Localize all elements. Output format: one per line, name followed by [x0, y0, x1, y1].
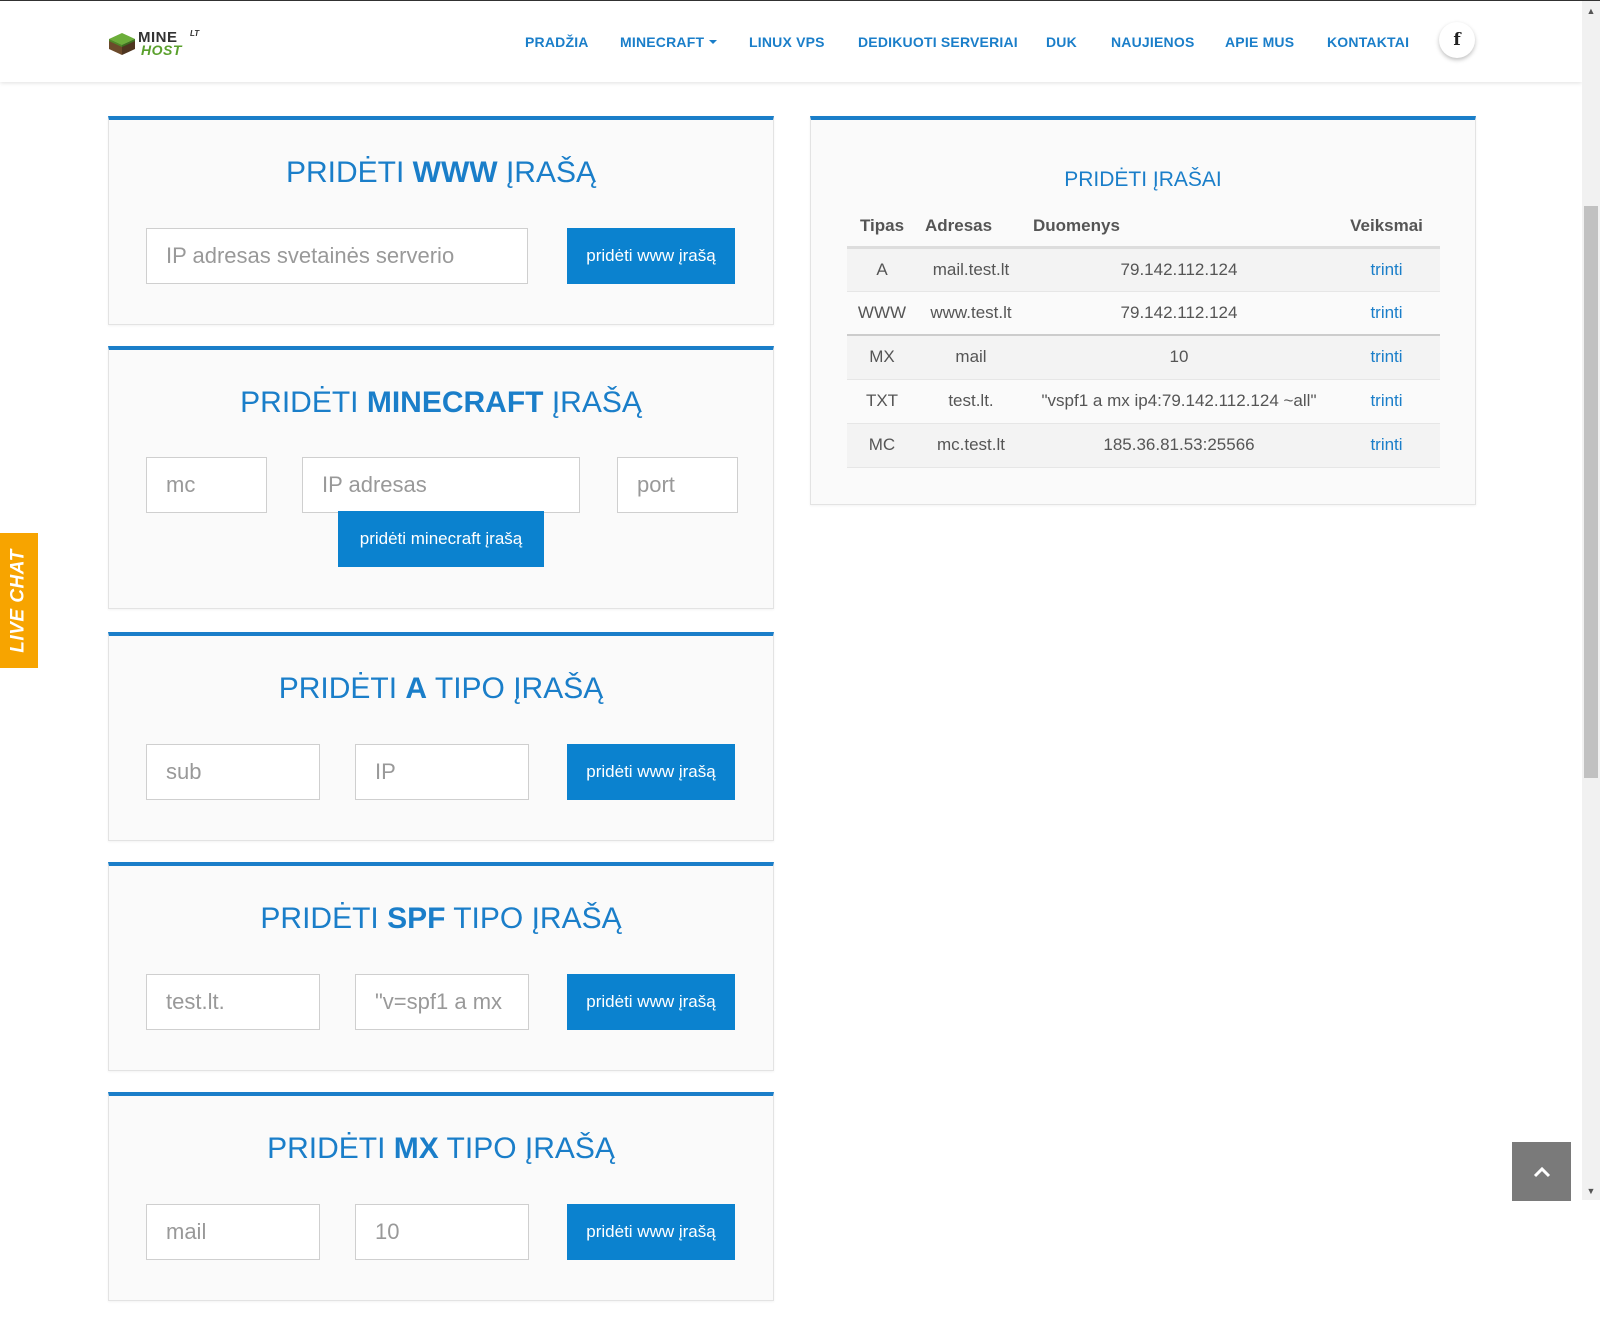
title-prefix: PRIDĖTI	[278, 672, 406, 705]
cell-data: 10	[1025, 335, 1333, 380]
nav-pradzia[interactable]: PRADŽIA	[525, 34, 589, 50]
logo-sub-text: HOST	[141, 42, 182, 58]
live-chat-tab[interactable]: LIVE CHAT	[0, 533, 38, 668]
cell-data: 79.142.112.124	[1025, 291, 1333, 336]
add-spf-button[interactable]: pridėti www įrašą	[567, 974, 735, 1030]
minecraft-record-panel: PRIDĖTI MINECRAFT ĮRAŠĄ pridėti minecraf…	[108, 346, 774, 609]
table-row: MX mail 10 trinti	[847, 335, 1440, 380]
spf-value-input[interactable]	[355, 974, 529, 1030]
cell-address: www.test.lt	[917, 291, 1025, 336]
nav-naujienos[interactable]: NAUJIENOS	[1111, 34, 1194, 50]
site-header: MINE LT HOST PRADŽIA MINECRAFT LINUX VPS…	[0, 1, 1582, 82]
cell-type: MX	[847, 335, 917, 380]
cell-address: mc.test.lt	[917, 423, 1025, 468]
cell-address: mail.test.lt	[917, 247, 1025, 292]
title-suffix: ĮRAŠĄ	[497, 156, 596, 189]
mx-priority-input[interactable]	[355, 1204, 529, 1260]
caret-down-icon	[709, 40, 718, 45]
records-panel: PRIDĖTI ĮRAŠAI Tipas Adresas Duomenys Ve…	[810, 116, 1476, 505]
spf-host-input[interactable]	[146, 974, 320, 1030]
delete-link[interactable]: trinti	[1333, 335, 1440, 380]
add-mx-button[interactable]: pridėti www įrašą	[567, 1204, 735, 1260]
title-keyword: MINECRAFT	[366, 386, 544, 419]
table-row: A mail.test.lt 79.142.112.124 trinti	[847, 247, 1440, 292]
scroll-thumb[interactable]	[1584, 206, 1598, 778]
page-scrollbar[interactable]: ▲ ▼	[1582, 1, 1600, 1200]
minecraft-port-input[interactable]	[617, 457, 738, 513]
facebook-icon: f	[1453, 30, 1461, 50]
title-suffix: ĮRAŠĄ	[543, 386, 642, 419]
minecraft-sub-input[interactable]	[146, 457, 267, 513]
cell-address: test.lt.	[917, 379, 1025, 424]
col-address: Adresas	[917, 207, 1025, 249]
cell-address: mail	[917, 335, 1025, 380]
nav-dedikuoti-serveriai[interactable]: DEDIKUOTI SERVERIAI	[858, 34, 1018, 50]
delete-link[interactable]: trinti	[1333, 247, 1440, 292]
www-record-panel: PRIDĖTI WWW ĮRAŠĄ pridėti www įrašą	[108, 116, 774, 325]
live-chat-label: LIVE CHAT	[8, 548, 29, 653]
cell-data: 79.142.112.124	[1025, 247, 1333, 292]
spf-record-panel: PRIDĖTI SPF TIPO ĮRAŠĄ pridėti www įrašą	[108, 862, 774, 1071]
mx-record-panel: PRIDĖTI MX TIPO ĮRAŠĄ pridėti www įrašą	[108, 1092, 774, 1301]
table-header-row: Tipas Adresas Duomenys Veiksmai	[847, 207, 1440, 249]
table-row: MC mc.test.lt 185.36.81.53:25566 trinti	[847, 423, 1440, 468]
title-keyword: A	[405, 672, 428, 705]
add-www-button[interactable]: pridėti www įrašą	[567, 228, 735, 284]
title-keyword: WWW	[412, 156, 498, 189]
nav-minecraft[interactable]: MINECRAFT	[620, 34, 718, 50]
add-minecraft-button[interactable]: pridėti minecraft įrašą	[338, 511, 544, 567]
col-type: Tipas	[847, 207, 917, 249]
minecraft-panel-title: PRIDĖTI MINECRAFT ĮRAŠĄ	[109, 386, 773, 420]
chevron-up-icon	[1533, 1166, 1550, 1177]
grass-block-icon	[109, 33, 135, 55]
cell-type: MC	[847, 423, 917, 468]
title-suffix: TIPO ĮRAŠĄ	[445, 902, 622, 935]
col-data: Duomenys	[1025, 207, 1333, 249]
a-ip-input[interactable]	[355, 744, 529, 800]
nav-minecraft-label: MINECRAFT	[620, 34, 705, 50]
cell-type: A	[847, 247, 917, 292]
title-keyword: SPF	[387, 902, 446, 935]
a-panel-title: PRIDĖTI A TIPO ĮRAŠĄ	[109, 672, 773, 706]
title-suffix: TIPO ĮRAŠĄ	[438, 1132, 615, 1165]
records-title: PRIDĖTI ĮRAŠAI	[1064, 168, 1222, 191]
delete-link[interactable]: trinti	[1333, 423, 1440, 468]
title-prefix: PRIDĖTI	[240, 386, 367, 419]
title-suffix: TIPO ĮRAŠĄ	[427, 672, 604, 705]
back-to-top-button[interactable]	[1512, 1142, 1571, 1201]
col-actions: Veiksmai	[1333, 207, 1440, 249]
delete-link[interactable]: trinti	[1333, 379, 1440, 424]
cell-data: "vspf1 a mx ip4:79.142.112.124 ~all"	[1025, 379, 1333, 424]
a-sub-input[interactable]	[146, 744, 320, 800]
a-record-panel: PRIDĖTI A TIPO ĮRAŠĄ pridėti www įrašą	[108, 632, 774, 841]
nav-linux-vps[interactable]: LINUX VPS	[749, 34, 825, 50]
title-keyword: MX	[393, 1132, 439, 1165]
scroll-up-icon[interactable]: ▲	[1582, 3, 1600, 19]
site-logo[interactable]: MINE LT HOST	[108, 29, 208, 63]
add-a-record-button[interactable]: pridėti www įrašą	[567, 744, 735, 800]
nav-apie-mus[interactable]: APIE MUS	[1225, 34, 1294, 50]
logo-sup-text: LT	[190, 29, 200, 38]
title-prefix: PRIDĖTI	[260, 902, 388, 935]
delete-link[interactable]: trinti	[1333, 291, 1440, 336]
facebook-button[interactable]: f	[1439, 22, 1475, 58]
www-panel-title: PRIDĖTI WWW ĮRAŠĄ	[109, 156, 773, 190]
records-table: Tipas Adresas Duomenys Veiksmai A mail.t…	[847, 207, 1440, 468]
title-prefix: PRIDĖTI	[285, 156, 413, 189]
cell-type: TXT	[847, 379, 917, 424]
cell-type: WWW	[847, 291, 917, 336]
scroll-down-icon[interactable]: ▼	[1582, 1183, 1600, 1199]
nav-kontaktai[interactable]: KONTAKTAI	[1327, 34, 1409, 50]
minecraft-ip-input[interactable]	[302, 457, 580, 513]
nav-duk[interactable]: DUK	[1046, 34, 1077, 50]
cell-data: 185.36.81.53:25566	[1025, 423, 1333, 468]
mx-panel-title: PRIDĖTI MX TIPO ĮRAŠĄ	[109, 1132, 773, 1166]
www-ip-input[interactable]	[146, 228, 528, 284]
title-prefix: PRIDĖTI	[267, 1132, 394, 1165]
mx-host-input[interactable]	[146, 1204, 320, 1260]
table-row: TXT test.lt. "vspf1 a mx ip4:79.142.112.…	[847, 379, 1440, 424]
table-row: WWW www.test.lt 79.142.112.124 trinti	[847, 291, 1440, 336]
spf-panel-title: PRIDĖTI SPF TIPO ĮRAŠĄ	[109, 902, 773, 936]
